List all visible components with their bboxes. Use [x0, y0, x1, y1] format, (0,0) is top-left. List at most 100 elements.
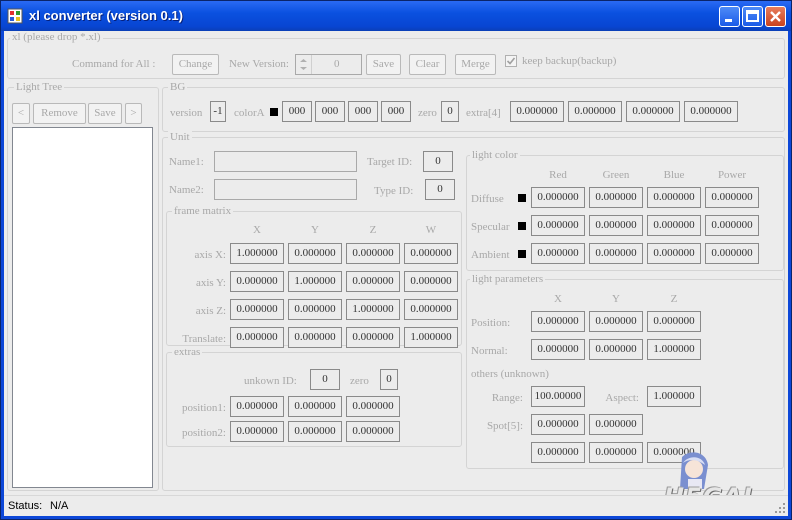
lp-position-y-field[interactable]: 0.000000: [589, 311, 643, 332]
position1-z-field[interactable]: 0.000000: [346, 396, 400, 417]
fm-cell[interactable]: 0.000000: [230, 327, 284, 348]
lp-normal-z-field[interactable]: 1.000000: [647, 339, 701, 360]
resize-grip-icon[interactable]: [774, 502, 786, 514]
position2-z-field[interactable]: 0.000000: [346, 421, 400, 442]
lp-position-z-field[interactable]: 0.000000: [647, 311, 701, 332]
lc-cell[interactable]: 0.000000: [647, 187, 701, 208]
name2-field[interactable]: [214, 179, 357, 200]
light-color-title: light color: [470, 149, 520, 161]
bg-version-field[interactable]: -1: [210, 101, 226, 122]
title-bar[interactable]: xl converter (version 0.1): [1, 1, 791, 31]
close-button[interactable]: [765, 6, 786, 27]
lc-col-red: Red: [549, 169, 567, 181]
position2-y-field[interactable]: 0.000000: [288, 421, 342, 442]
extras-title: extras: [172, 346, 203, 358]
lc-cell[interactable]: 0.000000: [531, 187, 585, 208]
fm-cell[interactable]: 1.000000: [404, 327, 458, 348]
spot-0-field[interactable]: 0.000000: [531, 414, 585, 435]
merge-button[interactable]: Merge: [455, 54, 496, 75]
target-id-field[interactable]: 0: [423, 151, 453, 172]
lc-cell[interactable]: 0.000000: [531, 243, 585, 264]
specular-swatch[interactable]: [518, 222, 526, 230]
fm-cell[interactable]: 0.000000: [288, 243, 342, 264]
clear-button[interactable]: Clear: [409, 54, 446, 75]
colora-r-field[interactable]: 000: [282, 101, 312, 122]
fm-cell[interactable]: 1.000000: [288, 271, 342, 292]
change-button[interactable]: Change: [172, 54, 219, 75]
status-bar: Status: N/A: [4, 495, 788, 516]
fm-cell[interactable]: 0.000000: [404, 299, 458, 320]
lc-cell[interactable]: 0.000000: [647, 243, 701, 264]
range-field[interactable]: 100.00000: [531, 386, 585, 407]
fm-cell[interactable]: 1.000000: [230, 243, 284, 264]
fm-cell[interactable]: 0.000000: [346, 327, 400, 348]
close-icon: [770, 11, 781, 22]
bg-zero-field[interactable]: 0: [441, 101, 459, 122]
lc-cell[interactable]: 0.000000: [589, 215, 643, 236]
fm-cell[interactable]: 0.000000: [346, 271, 400, 292]
lp-normal-y-field[interactable]: 0.000000: [589, 339, 643, 360]
lc-cell[interactable]: 0.000000: [589, 187, 643, 208]
new-version-stepper[interactable]: 0: [295, 54, 362, 75]
aspect-field[interactable]: 1.000000: [647, 386, 701, 407]
client-area: xl (please drop *.xl) Command for All : …: [4, 31, 788, 516]
extras-zero-field[interactable]: 0: [380, 369, 398, 390]
lc-cell[interactable]: 0.000000: [705, 243, 759, 264]
checkmark-icon: [506, 57, 516, 65]
fm-cell[interactable]: 0.000000: [404, 271, 458, 292]
tree-remove-button[interactable]: Remove: [33, 103, 86, 124]
stepper-buttons[interactable]: [296, 55, 312, 74]
colora-swatch[interactable]: [270, 108, 278, 116]
maximize-button[interactable]: [742, 6, 763, 27]
fm-cell[interactable]: 0.000000: [288, 327, 342, 348]
fm-row-label: axis X:: [194, 249, 226, 261]
spot-1-field[interactable]: 0.000000: [589, 414, 643, 435]
fm-cell[interactable]: 0.000000: [288, 299, 342, 320]
name1-field[interactable]: [214, 151, 357, 172]
bg-zero-label: zero: [418, 107, 437, 119]
light-tree-view[interactable]: [12, 127, 153, 488]
colora-b-field[interactable]: 000: [348, 101, 378, 122]
save-all-button[interactable]: Save: [366, 54, 401, 75]
spot-3-field[interactable]: 0.000000: [589, 442, 643, 463]
lc-cell[interactable]: 0.000000: [705, 215, 759, 236]
lc-cell[interactable]: 0.000000: [589, 243, 643, 264]
fm-cell[interactable]: 0.000000: [230, 299, 284, 320]
bg-extra-0-field[interactable]: 0.000000: [510, 101, 564, 122]
fm-cell[interactable]: 0.000000: [346, 243, 400, 264]
position2-label: position2:: [181, 427, 226, 439]
tree-save-button[interactable]: Save: [88, 103, 122, 124]
fm-cell[interactable]: 1.000000: [346, 299, 400, 320]
bg-extra-1-field[interactable]: 0.000000: [568, 101, 622, 122]
new-version-label: New Version:: [229, 58, 289, 70]
lc-cell[interactable]: 0.000000: [647, 215, 701, 236]
diffuse-swatch[interactable]: [518, 194, 526, 202]
app-icon: [7, 8, 23, 24]
unknown-id-field[interactable]: 0: [310, 369, 340, 390]
fm-row-label: axis Z:: [195, 305, 226, 317]
fm-cell[interactable]: 0.000000: [230, 271, 284, 292]
lp-position-x-field[interactable]: 0.000000: [531, 311, 585, 332]
lc-cell[interactable]: 0.000000: [705, 187, 759, 208]
fm-col-y: Y: [311, 224, 319, 236]
position2-x-field[interactable]: 0.000000: [230, 421, 284, 442]
lp-normal-x-field[interactable]: 0.000000: [531, 339, 585, 360]
lc-cell[interactable]: 0.000000: [531, 215, 585, 236]
spot-2-field[interactable]: 0.000000: [531, 442, 585, 463]
tree-next-button[interactable]: >: [125, 103, 142, 124]
bg-extra-3-field[interactable]: 0.000000: [684, 101, 738, 122]
colora-a-field[interactable]: 000: [381, 101, 411, 122]
bg-extra-2-field[interactable]: 0.000000: [626, 101, 680, 122]
ambient-swatch[interactable]: [518, 250, 526, 258]
range-label: Range:: [491, 392, 523, 404]
position1-y-field[interactable]: 0.000000: [288, 396, 342, 417]
fm-col-w: W: [425, 224, 437, 236]
status-value: N/A: [50, 500, 69, 512]
fm-cell[interactable]: 0.000000: [404, 243, 458, 264]
tree-prev-button[interactable]: <: [12, 103, 30, 124]
minimize-button[interactable]: [719, 6, 740, 27]
colora-g-field[interactable]: 000: [315, 101, 345, 122]
type-id-field[interactable]: 0: [425, 179, 455, 200]
position1-x-field[interactable]: 0.000000: [230, 396, 284, 417]
keep-backup-checkbox[interactable]: [505, 55, 517, 67]
